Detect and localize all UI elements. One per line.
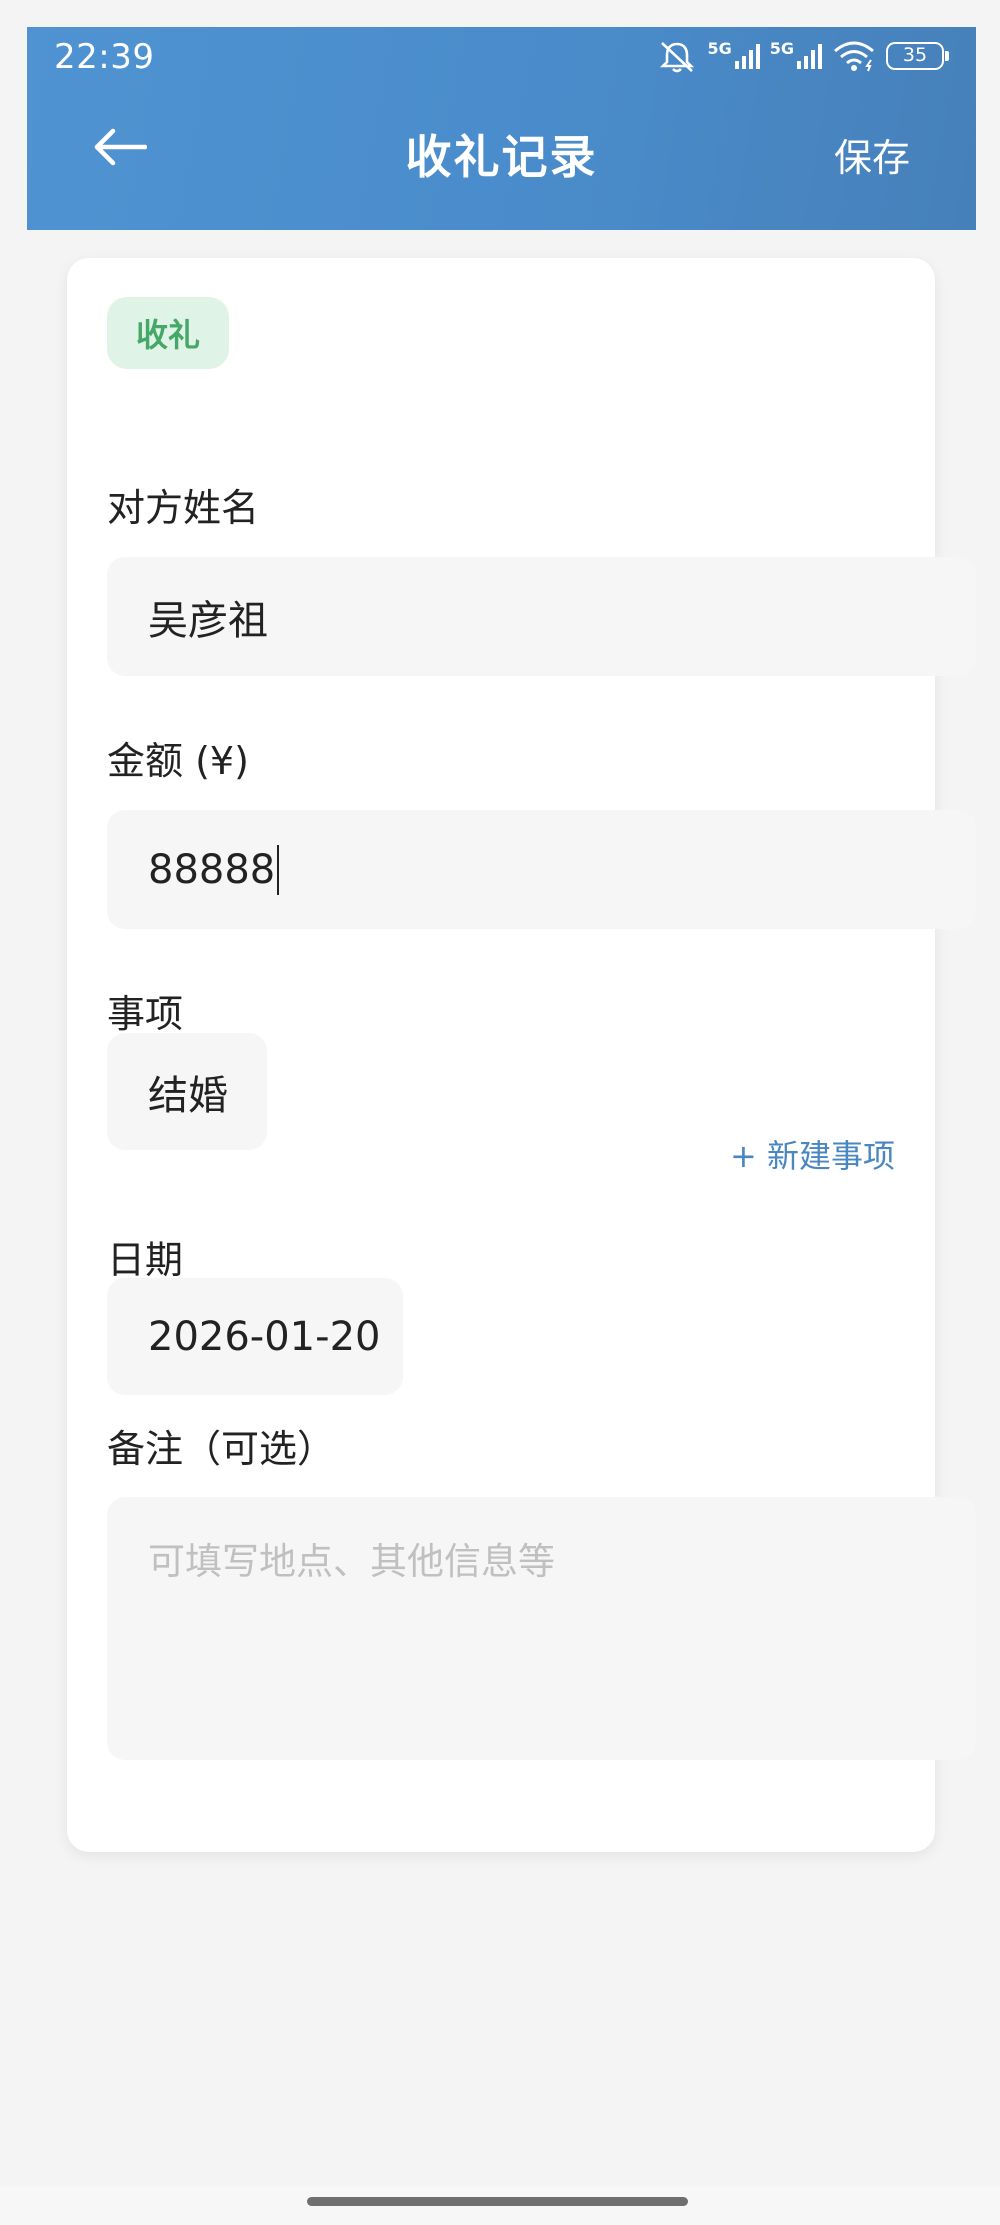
- new-event-link[interactable]: + 新建事项: [730, 1131, 895, 1177]
- record-type-badge: 收礼: [107, 297, 229, 369]
- date-value: 2026-01-20: [148, 1313, 381, 1360]
- text-caret: [277, 844, 280, 895]
- screen: 22:39 5G 5G 35 收礼记录 保存 收礼 对方姓名 吴彦祖 金额 (¥…: [0, 0, 1000, 2225]
- name-value: 吴彦祖: [148, 597, 268, 644]
- note-textarea[interactable]: 可填写地点、其他信息等: [107, 1497, 976, 1760]
- date-label: 日期: [107, 1238, 184, 1282]
- amount-input[interactable]: 88888: [107, 810, 976, 929]
- app-header: 22:39 5G 5G 35 收礼记录 保存: [27, 27, 976, 230]
- save-button[interactable]: 保存: [834, 127, 910, 182]
- name-input[interactable]: 吴彦祖: [107, 557, 976, 676]
- network-label: 5G: [707, 39, 732, 58]
- note-label: 备注（可选）: [107, 1427, 336, 1471]
- wifi-icon: [834, 41, 874, 72]
- status-time: 22:39: [54, 37, 155, 77]
- bell-muted-icon: [660, 42, 695, 73]
- event-value: 结婚: [148, 1072, 228, 1119]
- amount-label: 金额 (¥): [107, 739, 249, 783]
- name-label: 对方姓名: [107, 486, 260, 530]
- battery-icon: 35: [886, 42, 949, 70]
- status-icons: 5G 5G 35: [657, 39, 949, 73]
- note-placeholder: 可填写地点、其他信息等: [148, 1540, 555, 1583]
- amount-value: 88888: [148, 846, 276, 893]
- signal-5g-icon: 5G: [707, 39, 760, 71]
- home-indicator[interactable]: [307, 2197, 688, 2206]
- signal-5g-icon: 5G: [770, 41, 822, 71]
- date-picker[interactable]: 2026-01-20: [107, 1278, 403, 1395]
- network-label: 5G: [769, 39, 794, 58]
- event-label: 事项: [107, 992, 184, 1036]
- event-chip[interactable]: 结婚: [107, 1033, 267, 1150]
